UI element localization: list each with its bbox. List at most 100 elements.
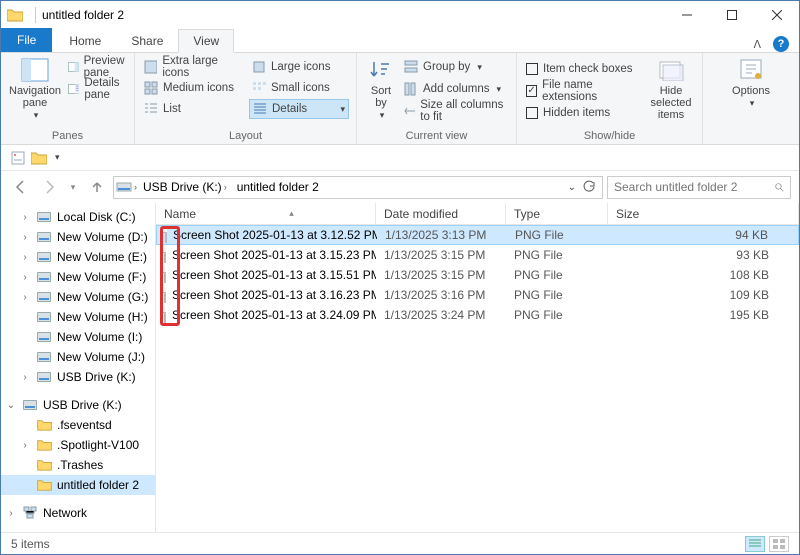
- tree-node[interactable]: ›New Volume (D:): [1, 227, 155, 247]
- tree-node[interactable]: .fseventsd: [1, 415, 155, 435]
- tab-view[interactable]: View: [178, 29, 234, 53]
- large-icons[interactable]: Large icons: [249, 57, 349, 77]
- tree-node[interactable]: New Volume (H:): [1, 307, 155, 327]
- expand-icon[interactable]: ⌄: [5, 400, 17, 411]
- expand-icon[interactable]: ›: [19, 272, 31, 283]
- thumbnails-view-switch[interactable]: [769, 536, 789, 552]
- titlebar-separator: [35, 7, 36, 23]
- add-columns-button[interactable]: Add columns▾: [401, 79, 510, 99]
- address-history-icon[interactable]: ⌄: [568, 182, 576, 193]
- file-row[interactable]: Screen Shot 2025-01-13 at 3.16.23 PM.png…: [156, 285, 799, 305]
- maximize-button[interactable]: [709, 1, 754, 29]
- search-input[interactable]: [614, 180, 769, 194]
- ribbon: Navigation pane▾ Preview pane Details pa…: [1, 53, 799, 145]
- item-checkboxes-toggle[interactable]: Item check boxes: [523, 59, 644, 79]
- sort-asc-icon: ▴: [289, 208, 294, 219]
- file-row[interactable]: Screen Shot 2025-01-13 at 3.15.51 PM.png…: [156, 265, 799, 285]
- size-columns-button[interactable]: Size all columns to fit: [401, 101, 510, 121]
- column-type[interactable]: Type: [506, 203, 608, 224]
- column-headers: Name▴ Date modified Type Size: [156, 203, 799, 225]
- tab-share[interactable]: Share: [116, 29, 178, 53]
- file-icon: [164, 267, 166, 283]
- list-view[interactable]: List: [141, 99, 247, 119]
- file-size: 109 KB: [608, 288, 799, 302]
- minimize-button[interactable]: [664, 1, 709, 29]
- options-button[interactable]: Options▾: [723, 55, 779, 111]
- expand-icon[interactable]: ›: [19, 372, 31, 383]
- expand-icon[interactable]: ›: [19, 252, 31, 263]
- breadcrumb[interactable]: untitled folder 2: [233, 180, 323, 194]
- file-extensions-toggle[interactable]: File name extensions: [523, 81, 644, 101]
- tree-label: New Volume (F:): [57, 270, 146, 284]
- search-icon[interactable]: [775, 181, 784, 194]
- folder-icon[interactable]: [31, 151, 47, 165]
- tree-node[interactable]: untitled folder 2: [1, 475, 155, 495]
- hide-selected-button[interactable]: Hide selected items: [646, 55, 696, 123]
- file-name: Screen Shot 2025-01-13 at 3.15.23 PM.png: [172, 248, 376, 262]
- back-button[interactable]: [9, 175, 33, 199]
- item-count: 5 items: [11, 537, 50, 551]
- tree-node[interactable]: New Volume (I:): [1, 327, 155, 347]
- extra-large-icons[interactable]: Extra large icons: [141, 57, 247, 77]
- tree-node[interactable]: › New Volume (F:): [1, 267, 155, 287]
- group-by-button[interactable]: Group by▾: [401, 57, 510, 77]
- file-type: PNG File: [506, 308, 608, 322]
- help-icon[interactable]: ?: [773, 36, 789, 52]
- forward-button[interactable]: [37, 175, 61, 199]
- column-name[interactable]: Name▴: [156, 203, 376, 224]
- column-date[interactable]: Date modified: [376, 203, 506, 224]
- hidden-items-toggle[interactable]: Hidden items: [523, 103, 644, 123]
- tree-label: New Volume (H:): [57, 310, 148, 324]
- file-type: PNG File: [506, 248, 608, 262]
- tree-label: USB Drive (K:): [43, 398, 122, 412]
- tree-node[interactable]: ›Local Disk (C:): [1, 207, 155, 227]
- qat-dropdown-icon[interactable]: ▾: [55, 152, 60, 163]
- up-button[interactable]: [85, 175, 109, 199]
- file-row[interactable]: Screen Shot 2025-01-13 at 3.15.23 PM.png…: [156, 245, 799, 265]
- tree-node[interactable]: New Volume (J:): [1, 347, 155, 367]
- chevron-right-icon[interactable]: ›: [134, 182, 137, 192]
- nav-row: ▾ › USB Drive (K:) › untitled folder 2 ⌄: [1, 171, 799, 203]
- recent-locations-button[interactable]: ▾: [65, 175, 81, 199]
- expand-icon[interactable]: ›: [19, 440, 31, 451]
- tree-node[interactable]: ›New Volume (G:): [1, 287, 155, 307]
- tree-node[interactable]: .Trashes: [1, 455, 155, 475]
- titlebar: untitled folder 2: [1, 1, 799, 29]
- refresh-icon[interactable]: [582, 180, 596, 194]
- details-pane-button[interactable]: Details pane: [65, 79, 133, 99]
- tree-node[interactable]: ›Network: [1, 503, 155, 523]
- file-type: PNG File: [507, 228, 609, 242]
- expand-icon[interactable]: ›: [19, 232, 31, 243]
- tab-file[interactable]: File: [1, 28, 52, 52]
- properties-icon[interactable]: [11, 151, 25, 165]
- file-rows: Screen Shot 2025-01-13 at 3.12.52 PM.png…: [156, 225, 799, 532]
- sort-by-button[interactable]: Sort by▾: [363, 55, 399, 123]
- tree-node[interactable]: ⌄ USB Drive (K:): [1, 395, 155, 415]
- file-row[interactable]: Screen Shot 2025-01-13 at 3.24.09 PM.png…: [156, 305, 799, 325]
- search-box[interactable]: [607, 176, 791, 199]
- expand-icon[interactable]: ›: [19, 292, 31, 303]
- close-button[interactable]: [754, 1, 799, 29]
- quick-access-row: ▾: [1, 145, 799, 171]
- column-size[interactable]: Size: [608, 203, 799, 224]
- medium-icons[interactable]: Medium icons: [141, 78, 247, 98]
- navigation-pane-button[interactable]: Navigation pane▾: [7, 55, 63, 123]
- tree-node[interactable]: ›USB Drive (K:): [1, 367, 155, 387]
- nav-tree[interactable]: ›Local Disk (C:)›New Volume (D:)›New Vol…: [1, 203, 156, 532]
- group-label-showhide: Show/hide: [523, 129, 696, 144]
- expand-icon[interactable]: ›: [19, 212, 31, 223]
- tree-label: New Volume (J:): [57, 350, 145, 364]
- ribbon-collapse-icon[interactable]: ᐱ: [753, 38, 761, 51]
- details-view-switch[interactable]: [745, 536, 765, 552]
- preview-pane-button[interactable]: Preview pane: [65, 57, 133, 77]
- breadcrumb[interactable]: USB Drive (K:) ›: [139, 180, 231, 194]
- expand-icon[interactable]: ›: [5, 508, 17, 519]
- file-row[interactable]: Screen Shot 2025-01-13 at 3.12.52 PM.png…: [156, 225, 799, 245]
- tree-node[interactable]: ›New Volume (E:): [1, 247, 155, 267]
- small-icons[interactable]: Small icons: [249, 78, 349, 98]
- tree-node[interactable]: ›.Spotlight-V100: [1, 435, 155, 455]
- tab-home[interactable]: Home: [54, 29, 116, 53]
- group-label-currentview: Current view: [363, 129, 510, 144]
- details-view[interactable]: Details▾: [249, 99, 349, 119]
- address-bar[interactable]: › USB Drive (K:) › untitled folder 2 ⌄: [113, 176, 603, 199]
